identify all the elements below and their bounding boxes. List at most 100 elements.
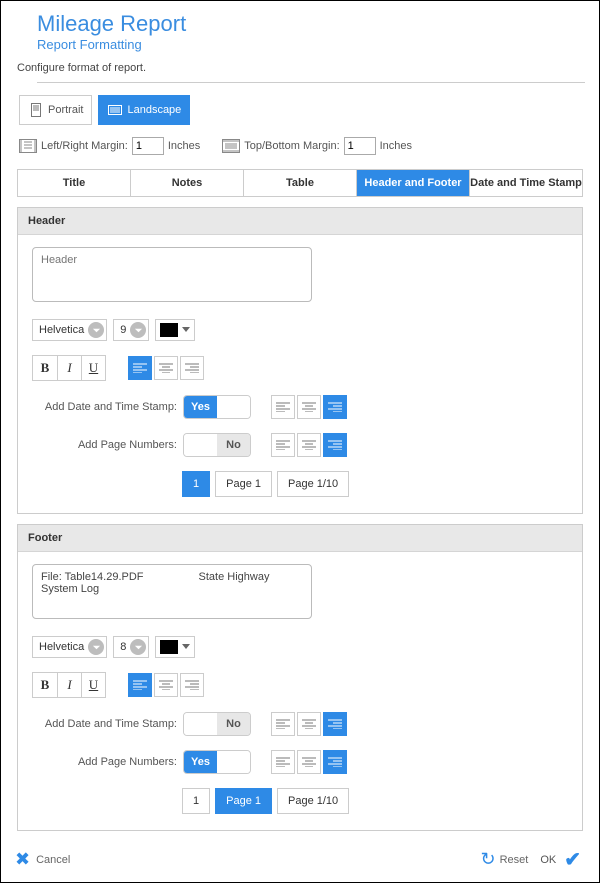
page-fmt-page1[interactable]: Page 1: [215, 788, 272, 814]
header-font-dropdown[interactable]: Helvetica: [32, 319, 107, 341]
description-text: Configure format of report.: [1, 58, 599, 82]
chevron-down-icon: [88, 639, 104, 655]
underline-button[interactable]: U: [81, 673, 105, 697]
color-swatch: [160, 640, 178, 654]
header-date-label: Add Date and Time Stamp:: [32, 401, 177, 413]
reset-button[interactable]: Reset: [500, 854, 529, 866]
tab-notes[interactable]: Notes: [131, 170, 244, 196]
bold-button[interactable]: B: [33, 673, 57, 697]
footer-textarea[interactable]: [32, 564, 312, 619]
pos-center-button[interactable]: [297, 395, 321, 419]
tab-datetime[interactable]: Date and Time Stamp: [470, 170, 582, 196]
header-date-toggle[interactable]: Yes: [183, 395, 251, 419]
footer-font-dropdown[interactable]: Helvetica: [32, 636, 107, 658]
pos-left-button[interactable]: [271, 433, 295, 457]
tab-table[interactable]: Table: [244, 170, 357, 196]
cancel-button[interactable]: Cancel: [36, 854, 70, 866]
toggle-on: [184, 434, 217, 456]
footer-section: Footer Helvetica 8 B I U: [17, 524, 583, 831]
orientation-group: Portrait Landscape: [1, 95, 599, 137]
toggle-on: [184, 713, 217, 735]
divider: [37, 82, 585, 83]
toggle-no: No: [217, 713, 250, 735]
bold-button[interactable]: B: [33, 356, 57, 380]
footer-page-format: 1 Page 1 Page 1/10: [182, 788, 568, 814]
toggle-no: No: [217, 434, 250, 456]
underline-button[interactable]: U: [81, 356, 105, 380]
landscape-button[interactable]: Landscape: [98, 95, 190, 125]
toggle-off: [217, 396, 250, 418]
header-page-format: 1 Page 1 Page 1/10: [182, 471, 568, 497]
header-color-dropdown[interactable]: [155, 319, 195, 341]
align-center-button[interactable]: [154, 356, 178, 380]
pos-center-button[interactable]: [297, 433, 321, 457]
page-fmt-page1of10[interactable]: Page 1/10: [277, 471, 349, 497]
header-date-pos: [271, 395, 347, 419]
chevron-down-icon: [130, 322, 146, 338]
footer-color-dropdown[interactable]: [155, 636, 195, 658]
footer-date-toggle[interactable]: No: [183, 712, 251, 736]
footer-size-dropdown[interactable]: 8: [113, 636, 149, 658]
footer-date-pos: [271, 712, 347, 736]
header-textarea[interactable]: [32, 247, 312, 302]
header-text-align: [128, 356, 204, 380]
lr-margin-unit: Inches: [168, 140, 200, 152]
landscape-icon: [107, 102, 123, 118]
chevron-down-icon: [88, 322, 104, 338]
toggle-yes: Yes: [184, 751, 217, 773]
lr-margin-icon: [19, 139, 37, 153]
align-right-button[interactable]: [180, 356, 204, 380]
align-left-button[interactable]: [128, 673, 152, 697]
footer-date-label: Add Date and Time Stamp:: [32, 718, 177, 730]
tb-margin-input[interactable]: [344, 137, 376, 155]
pos-right-button[interactable]: [323, 433, 347, 457]
pos-left-button[interactable]: [271, 750, 295, 774]
align-left-button[interactable]: [128, 356, 152, 380]
lr-margin-input[interactable]: [132, 137, 164, 155]
tb-margin-icon: [222, 139, 240, 153]
page-fmt-1[interactable]: 1: [182, 471, 210, 497]
page-title: Mileage Report: [1, 1, 599, 37]
header-section: Header Helvetica 9 B I U: [17, 207, 583, 514]
tab-header-footer[interactable]: Header and Footer: [357, 170, 470, 196]
tb-margin-label: Top/Bottom Margin:: [244, 140, 339, 152]
lr-margin-label: Left/Right Margin:: [41, 140, 128, 152]
pos-left-button[interactable]: [271, 712, 295, 736]
header-pages-toggle[interactable]: No: [183, 433, 251, 457]
pos-right-button[interactable]: [323, 750, 347, 774]
pos-left-button[interactable]: [271, 395, 295, 419]
tab-title[interactable]: Title: [18, 170, 131, 196]
italic-button[interactable]: I: [57, 673, 81, 697]
header-font-label: Helvetica: [39, 324, 84, 336]
pos-center-button[interactable]: [297, 750, 321, 774]
pos-center-button[interactable]: [297, 712, 321, 736]
tb-margin-unit: Inches: [380, 140, 412, 152]
portrait-button[interactable]: Portrait: [19, 95, 92, 125]
header-section-title: Header: [18, 208, 582, 235]
header-biu-group: B I U: [32, 355, 106, 381]
page-fmt-page1[interactable]: Page 1: [215, 471, 272, 497]
align-right-button[interactable]: [180, 673, 204, 697]
header-pages-pos: [271, 433, 347, 457]
page-fmt-1[interactable]: 1: [182, 788, 210, 814]
pos-right-button[interactable]: [323, 712, 347, 736]
caret-down-icon: [182, 327, 190, 333]
ok-button[interactable]: OK: [540, 854, 556, 866]
footer-pages-toggle[interactable]: Yes: [183, 750, 251, 774]
align-center-button[interactable]: [154, 673, 178, 697]
italic-button[interactable]: I: [57, 356, 81, 380]
header-size-dropdown[interactable]: 9: [113, 319, 149, 341]
check-icon[interactable]: ✔: [564, 847, 581, 872]
footer-font-label: Helvetica: [39, 641, 84, 653]
pos-right-button[interactable]: [323, 395, 347, 419]
margins-row: Left/Right Margin: Inches Top/Bottom Mar…: [1, 137, 599, 169]
toggle-off: [217, 751, 250, 773]
footer-biu-group: B I U: [32, 672, 106, 698]
portrait-icon: [28, 102, 44, 118]
close-icon[interactable]: ✖: [15, 849, 30, 870]
portrait-label: Portrait: [48, 104, 83, 116]
toggle-yes: Yes: [184, 396, 217, 418]
footer-size-label: 8: [120, 641, 126, 653]
reset-icon[interactable]: ↻: [480, 849, 495, 870]
page-fmt-page1of10[interactable]: Page 1/10: [277, 788, 349, 814]
